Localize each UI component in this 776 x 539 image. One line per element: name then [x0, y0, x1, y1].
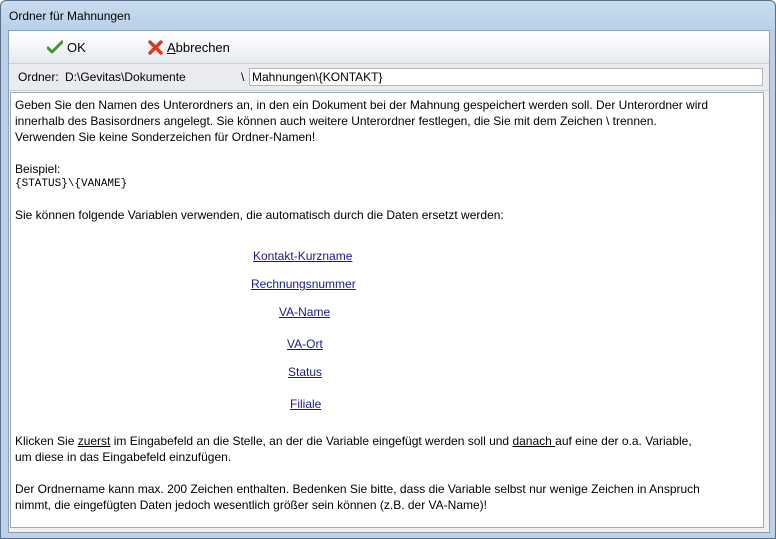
variable-link-status[interactable]: Status: [288, 364, 322, 380]
path-separator: \: [241, 70, 245, 84]
checkmark-icon: [47, 40, 63, 54]
dialog-window: Ordner für Mahnungen OK Abbrechen Ordner…: [0, 0, 776, 539]
variables-intro: Sie können folgende Variablen verwenden,…: [15, 208, 504, 222]
subfolder-input[interactable]: [249, 68, 763, 86]
toolbar: OK Abbrechen: [9, 31, 769, 64]
ok-button[interactable]: OK: [47, 37, 86, 57]
cancel-button[interactable]: Abbrechen: [148, 37, 230, 57]
cancel-accelerator: A: [167, 39, 176, 55]
intro-line-1: Geben Sie den Namen des Unterordners an,…: [15, 98, 709, 112]
base-path: D:\Gevitas\Dokumente: [65, 70, 186, 84]
window-title: Ordner für Mahnungen: [9, 9, 131, 23]
cancel-label-rest: bbrechen: [175, 39, 230, 55]
limit-line-1: Der Ordnername kann max. 200 Zeichen ent…: [15, 482, 700, 496]
folder-bar: Ordner: D:\Gevitas\Dokumente \: [9, 64, 769, 91]
example-code: {STATUS}\{VANAME}: [15, 178, 128, 190]
variable-link-rechnungsnummer[interactable]: Rechnungsnummer: [251, 276, 356, 292]
click-instruction-line-1: Klicken Sie zuerst im Eingabefeld an die…: [15, 434, 692, 448]
cancel-label: Abbrechen: [167, 40, 230, 55]
intro-line-2: innerhalb des Basisordners angelegt. Sie…: [15, 114, 657, 128]
limit-line-2: nimmt, die eingefügten Daten jedoch wese…: [15, 498, 488, 512]
help-panel: Geben Sie den Namen des Unterordners an,…: [10, 92, 764, 528]
ok-label: OK: [67, 39, 86, 55]
variable-link-kontakt-kurzname[interactable]: Kontakt-Kurzname: [253, 248, 352, 264]
intro-line-3: Verwenden Sie keine Sonderzeichen für Or…: [15, 130, 316, 144]
folder-label: Ordner:: [18, 70, 59, 84]
click-instruction-line-2: um diese in das Eingabefeld einzufügen.: [15, 450, 232, 464]
example-label: Beispiel:: [15, 162, 61, 176]
dialog-client: OK Abbrechen Ordner: D:\Gevitas\Dokument…: [8, 30, 770, 533]
variable-link-va-name[interactable]: VA-Name: [279, 304, 330, 320]
variable-link-filiale[interactable]: Filiale: [290, 396, 321, 412]
cross-icon: [148, 39, 163, 55]
variable-link-va-ort[interactable]: VA-Ort: [287, 336, 323, 352]
